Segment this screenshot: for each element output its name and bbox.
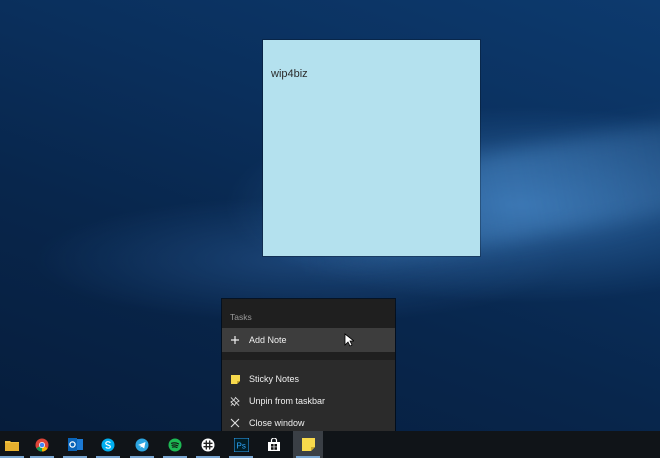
file-explorer-icon [5,440,19,451]
skype-button[interactable] [93,431,123,458]
sticky-note-text[interactable]: wip4biz [271,68,308,80]
sticky-notes-taskbar-button[interactable] [293,431,323,458]
plus-icon [230,335,240,345]
file-explorer-button[interactable] [0,431,27,458]
sticky-note[interactable]: wip4biz [263,40,480,256]
sticky-notes-app-item[interactable]: Sticky Notes [222,368,395,390]
chrome-icon [35,438,49,451]
chrome-button[interactable] [27,431,57,458]
mouse-cursor-icon [344,333,354,347]
jump-list-header: Tasks [222,299,395,328]
sticky-notes-icon [230,374,240,384]
outlook-button[interactable] [60,431,90,458]
add-note-item[interactable]: Add Note [222,328,395,352]
slack-button[interactable] [193,431,223,458]
spotify-button[interactable] [160,431,190,458]
unpin-from-taskbar-label: Unpin from taskbar [249,396,326,406]
sticky-notes-app-label: Sticky Notes [249,374,300,384]
slack-icon [201,438,215,451]
close-window-label: Close window [249,418,305,428]
add-note-label: Add Note [249,335,287,345]
taskbar: Ps [0,431,660,458]
svg-text:Ps: Ps [236,441,245,450]
sticky-notes-taskbar-icon [301,438,315,451]
close-icon [230,418,240,428]
spotify-icon [168,438,182,451]
jump-list-header-label: Tasks [230,312,252,322]
taskbar-jump-list: Tasks Add Note Sticky Notes Unpin from t… [222,299,395,431]
telegram-icon [135,438,149,451]
unpin-icon [230,396,240,406]
telegram-button[interactable] [127,431,157,458]
photoshop-button[interactable]: Ps [226,431,256,458]
skype-icon [101,438,115,451]
outlook-icon [67,438,83,451]
store-button[interactable] [259,431,289,458]
jump-list-divider [222,352,395,360]
unpin-from-taskbar-item[interactable]: Unpin from taskbar [222,390,395,412]
photoshop-icon: Ps [233,437,249,452]
store-icon [268,437,280,451]
